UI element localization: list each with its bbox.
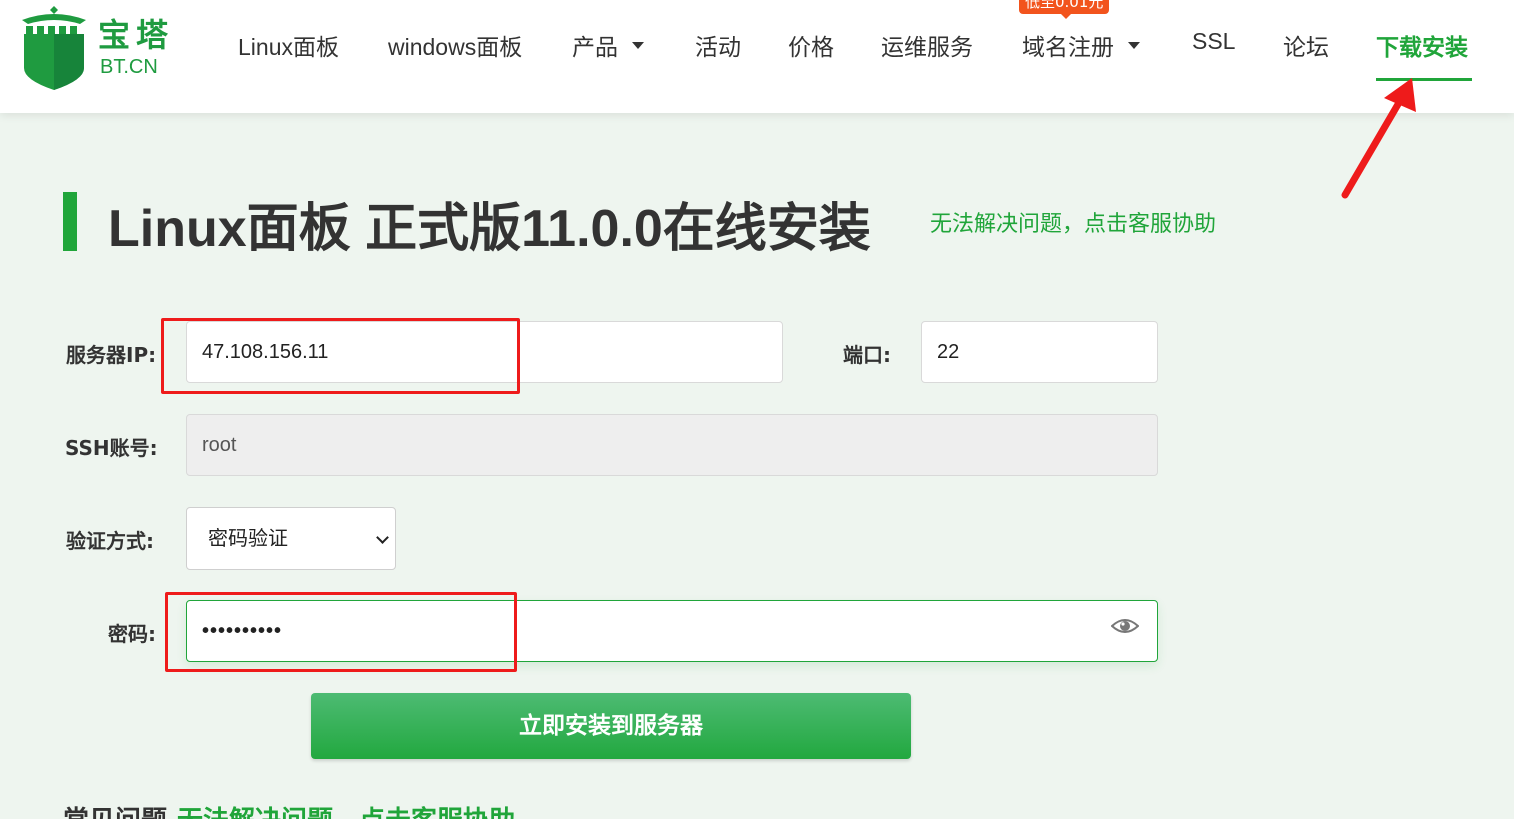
nav-domain-label: 域名注册 — [1022, 34, 1114, 60]
help-link[interactable]: 无法解决问题，点击客服协助 — [930, 206, 1216, 238]
nav-active-underline — [1376, 78, 1472, 81]
nav-ssl[interactable]: SSL — [1192, 28, 1235, 55]
eye-icon[interactable] — [1111, 616, 1139, 636]
port-label: 端口: — [843, 343, 891, 367]
nav-domain-registration[interactable]: 域名注册 — [1022, 28, 1140, 62]
title-accent-bar — [63, 192, 77, 251]
ssh-account-label: SSH账号: — [65, 436, 158, 460]
caret-down-icon — [632, 42, 644, 50]
site-header: 宝塔 BT.CN Linux面板 windows面板 产品 活动 价格 运维服务… — [0, 0, 1514, 113]
nav-ops-services[interactable]: 运维服务 — [881, 28, 973, 62]
faq-help-link[interactable]: 无法解决问题，点击客服协助 — [177, 806, 515, 819]
ssh-account-input[interactable]: root — [186, 414, 1158, 476]
chevron-down-icon — [376, 531, 389, 544]
auth-method-value: 密码验证 — [208, 526, 288, 550]
nav-activities[interactable]: 活动 — [695, 28, 741, 62]
page-title: Linux面板 正式版11.0.0在线安装 — [108, 200, 871, 258]
server-ip-label: 服务器IP: — [66, 343, 157, 367]
logo-text-en: BT.CN — [100, 56, 158, 78]
fortress-logo-icon — [22, 6, 86, 90]
password-label: 密码: — [108, 622, 156, 646]
nav-products-label: 产品 — [572, 34, 618, 60]
logo[interactable]: 宝塔 BT.CN — [14, 4, 184, 94]
auth-method-select[interactable]: 密码验证 — [186, 507, 396, 570]
port-input[interactable]: 22 — [921, 321, 1158, 383]
nav-products[interactable]: 产品 — [572, 28, 644, 62]
nav-linux-panel[interactable]: Linux面板 — [238, 28, 339, 62]
caret-down-icon — [1128, 42, 1140, 50]
promo-badge: 低至0.01元 — [1019, 0, 1110, 19]
auth-method-label: 验证方式: — [66, 529, 154, 553]
password-input[interactable]: •••••••••• — [186, 600, 1158, 662]
faq-title: 常见问题 — [63, 806, 167, 819]
faq-heading: 常见问题无法解决问题，点击客服协助 — [63, 800, 515, 819]
nav-pricing[interactable]: 价格 — [788, 28, 834, 62]
server-ip-input[interactable]: 47.108.156.11 — [186, 321, 783, 383]
nav-forum[interactable]: 论坛 — [1283, 28, 1329, 62]
install-to-server-button[interactable]: 立即安装到服务器 — [311, 693, 911, 759]
nav-windows-panel[interactable]: windows面板 — [388, 28, 522, 62]
nav-download-install[interactable]: 下载安装 — [1376, 28, 1468, 62]
logo-text-cn: 宝塔 — [98, 16, 175, 54]
